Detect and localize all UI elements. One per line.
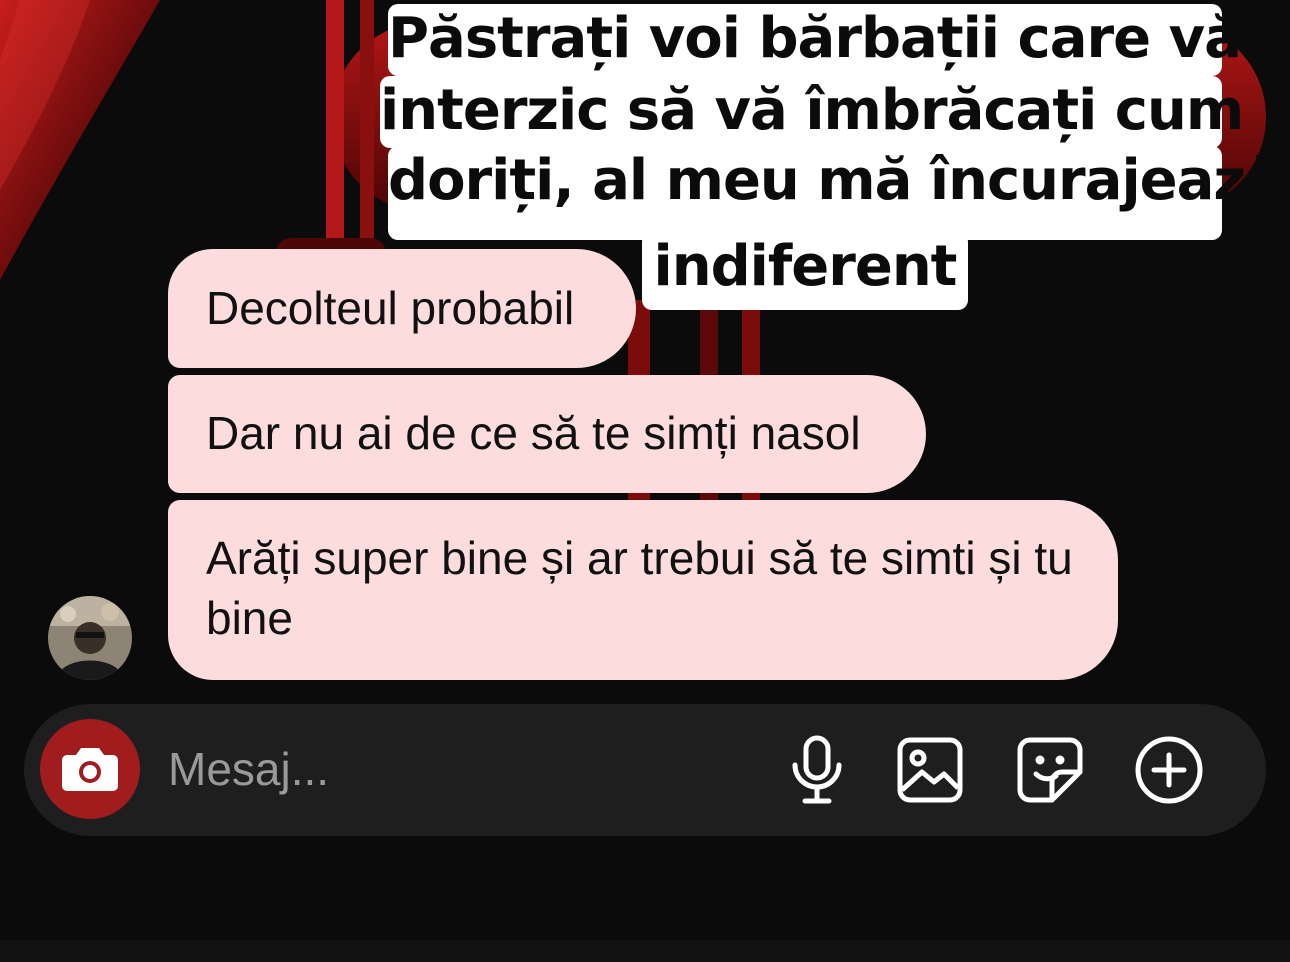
microphone-button[interactable]: [782, 735, 852, 805]
caption-line: Păstrați voi bărbații care vă: [388, 4, 1242, 76]
gallery-button[interactable]: [895, 735, 965, 805]
message-bubble[interactable]: Arăți super bine și ar trebui să te simt…: [168, 500, 1118, 680]
gallery-icon: [897, 737, 963, 803]
avatar-image: [48, 596, 132, 680]
caption-line: interzic să vă îmbrăcați cum: [380, 76, 1244, 148]
sticker-icon: [1017, 737, 1083, 803]
add-button[interactable]: [1134, 735, 1204, 805]
camera-icon: [62, 748, 118, 791]
sticker-button[interactable]: [1015, 735, 1085, 805]
avatar[interactable]: [48, 596, 132, 680]
message-input[interactable]: [168, 738, 728, 800]
message-bubble[interactable]: Decolteul probabil: [168, 249, 636, 368]
message-bubble[interactable]: Dar nu ai de ce să te simți nasol: [168, 375, 926, 493]
caption-line: doriți, al meu mă încurajează: [388, 146, 1283, 240]
plus-circle-icon: [1135, 736, 1203, 804]
caption-line: indiferent: [642, 232, 968, 310]
message-text: Arăți super bine și ar trebui să te simt…: [206, 532, 1073, 644]
message-text: Dar nu ai de ce să te simți nasol: [206, 407, 861, 459]
message-text: Decolteul probabil: [206, 282, 575, 334]
microphone-icon: [792, 735, 842, 804]
camera-button[interactable]: [40, 719, 140, 819]
